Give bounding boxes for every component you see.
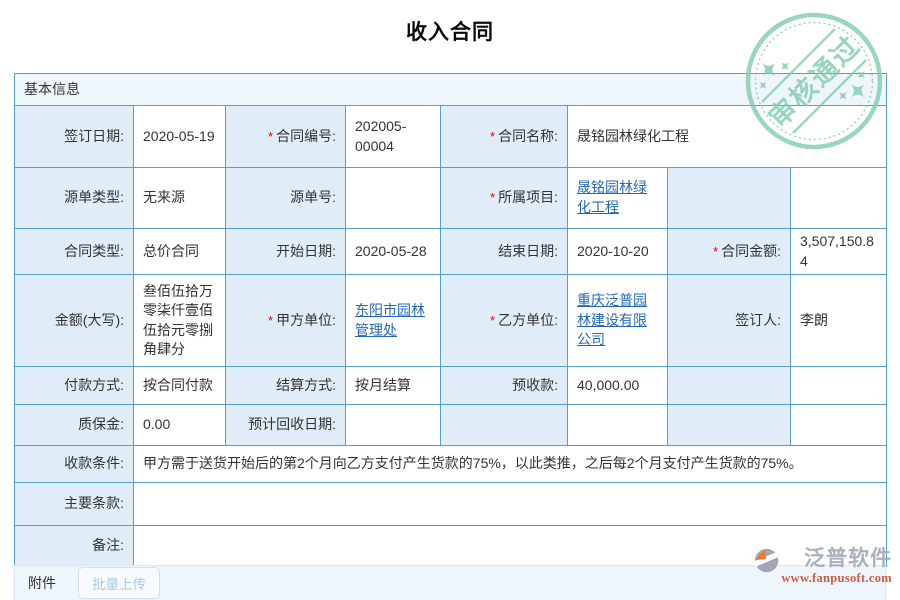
- amount-value: 3,507,150.84: [791, 229, 887, 275]
- required-mark: *: [490, 190, 495, 205]
- amount-words-label: 金额(大写):: [15, 275, 134, 367]
- payment-method-value: 按合同付款: [134, 367, 226, 405]
- advance-payment-label: 预收款:: [441, 367, 568, 405]
- main-terms-value: [134, 483, 887, 526]
- empty-label-cell: [441, 405, 568, 446]
- start-date-label: 开始日期:: [226, 229, 346, 275]
- payment-method-label: 付款方式:: [15, 367, 134, 405]
- required-mark: *: [713, 244, 718, 259]
- expected-recovery-date-label: 预计回收日期:: [226, 405, 346, 446]
- start-date-value: 2020-05-28: [346, 229, 441, 275]
- amount-words-value: 叁佰伍拾万零柒仟壹佰伍拾元零捌角肆分: [134, 275, 226, 367]
- end-date-label: 结束日期:: [441, 229, 568, 275]
- empty-value-cell: [791, 168, 887, 229]
- star-icon: [777, 59, 792, 74]
- source-type-value: 无来源: [134, 168, 226, 229]
- contract-type-value: 总价合同: [134, 229, 226, 275]
- contract-type-label: 合同类型:: [15, 229, 134, 275]
- sign-date-label: 签订日期:: [15, 106, 134, 168]
- collection-terms-label: 收款条件:: [15, 446, 134, 483]
- project-value: 晟铭园林绿化工程: [568, 168, 668, 229]
- fanpu-logo-icon: [754, 547, 779, 574]
- project-link[interactable]: 晟铭园林绿化工程: [577, 179, 647, 215]
- signer-label: 签订人:: [668, 275, 791, 367]
- contract-name-label: *合同名称:: [441, 106, 568, 168]
- section-header-basic-info: 基本信息: [15, 74, 887, 106]
- empty-label-cell: [668, 168, 791, 229]
- empty-value-cell: [791, 405, 887, 446]
- contract-name-value: 晟铭园林绿化工程: [568, 106, 887, 168]
- remarks-label: 备注:: [15, 526, 134, 567]
- source-no-value: [346, 168, 441, 229]
- empty-value-cell: [568, 405, 668, 446]
- attachment-label: 附件: [28, 573, 56, 593]
- retention-label: 质保金:: [15, 405, 134, 446]
- fanpu-watermark: 泛普软件 www.fanpusoft.com: [754, 547, 892, 585]
- end-date-value: 2020-10-20: [568, 229, 668, 275]
- main-terms-label: 主要条款:: [15, 483, 134, 526]
- empty-value-cell: [791, 367, 887, 405]
- empty-label-cell: [668, 405, 791, 446]
- settlement-method-value: 按月结算: [346, 367, 441, 405]
- expected-recovery-date-value: [346, 405, 441, 446]
- contract-no-value: 202005-00004: [346, 106, 441, 168]
- contract-no-label: *合同编号:: [226, 106, 346, 168]
- section-title: 基本信息: [24, 81, 80, 97]
- page-title: 收入合同: [0, 16, 900, 46]
- party-a-label: *甲方单位:: [226, 275, 346, 367]
- signer-value: 李朗: [791, 275, 887, 367]
- batch-upload-button[interactable]: 批量上传: [78, 567, 160, 599]
- amount-label: *合同金额:: [668, 229, 791, 275]
- fanpu-url: www.fanpusoft.com: [781, 571, 892, 585]
- source-type-label: 源单类型:: [15, 168, 134, 229]
- retention-value: 0.00: [134, 405, 226, 446]
- required-mark: *: [268, 129, 273, 144]
- source-no-label: 源单号:: [226, 168, 346, 229]
- required-mark: *: [490, 313, 495, 328]
- sign-date-value: 2020-05-19: [134, 106, 226, 168]
- party-a-link[interactable]: 东阳市园林管理处: [355, 302, 425, 338]
- advance-payment-value: 40,000.00: [568, 367, 668, 405]
- party-b-value: 重庆泛普园林建设有限公司: [568, 275, 668, 367]
- party-b-label: *乙方单位:: [441, 275, 568, 367]
- settlement-method-label: 结算方式:: [226, 367, 346, 405]
- collection-terms-value: 甲方需于送货开始后的第2个月向乙方支付产生货款的75%，以此类推，之后每2个月支…: [134, 446, 887, 483]
- party-a-value: 东阳市园林管理处: [346, 275, 441, 367]
- fanpu-brand-name: 泛普软件: [804, 547, 892, 571]
- basic-info-table: 基本信息 签订日期: 2020-05-19 *合同编号: 202005-0000…: [14, 73, 887, 567]
- empty-label-cell: [668, 367, 791, 405]
- required-mark: *: [490, 129, 495, 144]
- income-contract-page: 收入合同 基本信息 签订日期: 2020-05-19 *合同编号: 202005…: [0, 0, 900, 600]
- project-label: *所属项目:: [441, 168, 568, 229]
- required-mark: *: [268, 313, 273, 328]
- party-b-link[interactable]: 重庆泛普园林建设有限公司: [577, 292, 647, 347]
